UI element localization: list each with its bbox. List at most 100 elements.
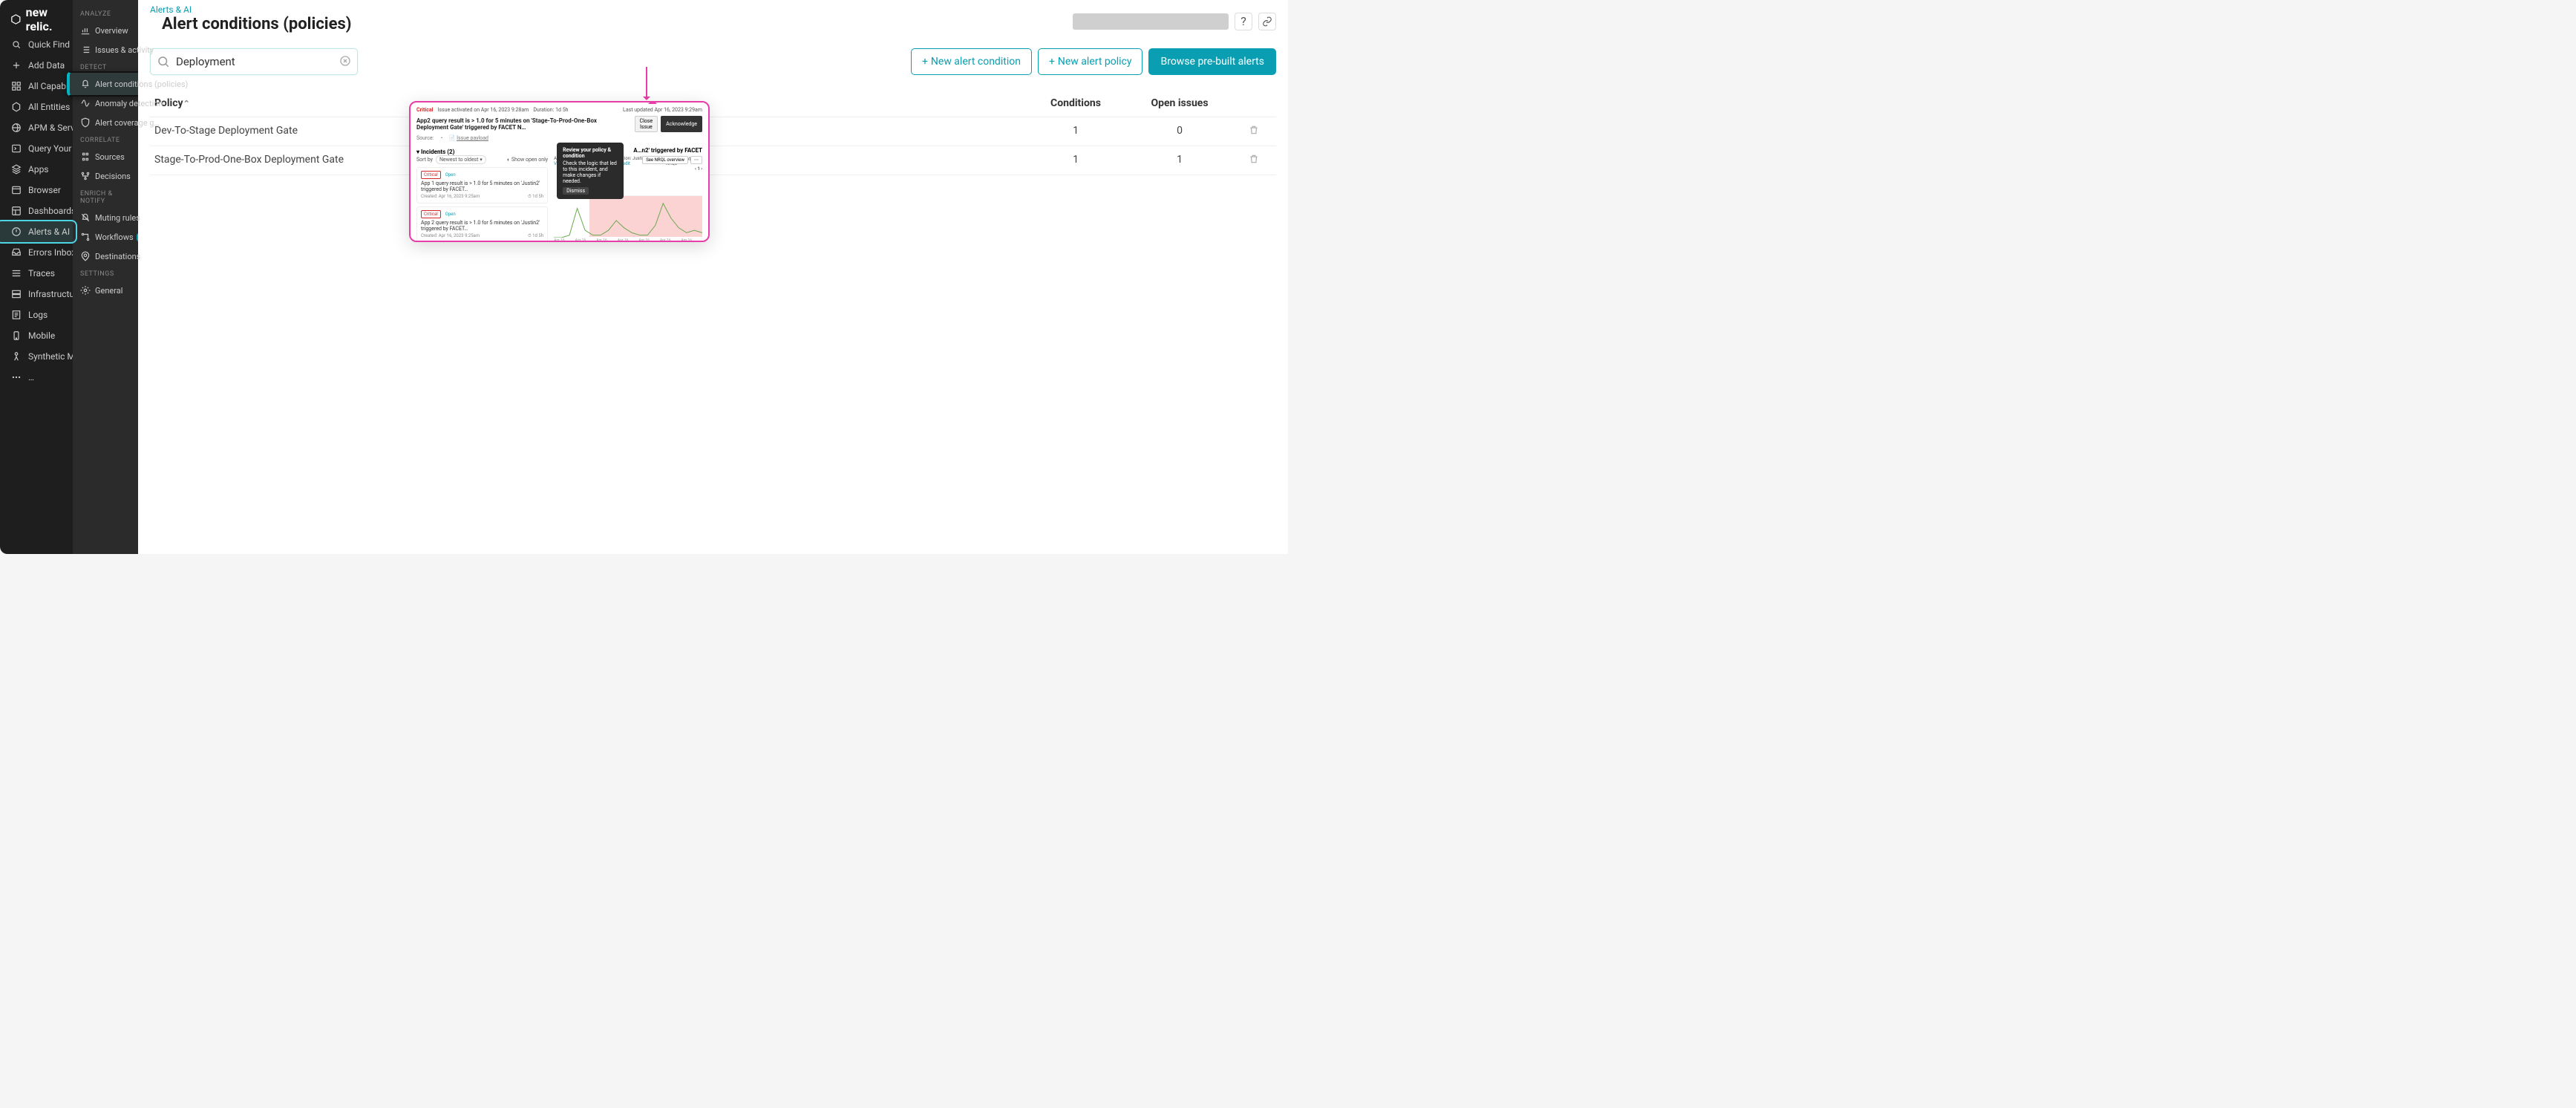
close-issue-button[interactable]: Close Issue — [635, 116, 658, 132]
policy-row[interactable]: Stage-To-Prod-One-Box Deployment Gate11 — [150, 146, 1276, 175]
breadcrumb[interactable]: Alerts & AI — [150, 4, 364, 15]
subnav-workflows[interactable]: WorkflowsNew — [73, 227, 138, 247]
see-nrql-button[interactable]: See NRQL overview — [642, 156, 688, 164]
main-content: Alerts & AI Alert conditions (policies) … — [138, 0, 1288, 554]
nav-mobile[interactable]: Mobile — [0, 325, 73, 346]
logo[interactable]: new relic. — [0, 4, 73, 34]
subnav-decisions[interactable]: Decisions — [73, 166, 138, 186]
nav-query-your-data[interactable]: Query Your Data — [0, 138, 73, 159]
nav--[interactable]: … — [0, 367, 73, 388]
browse-prebuilt-alerts-button[interactable]: Browse pre-built alerts — [1148, 48, 1276, 75]
nav-all-entities[interactable]: All Entities — [0, 97, 73, 117]
nav-infrastructure[interactable]: Infrastructure — [0, 284, 73, 304]
state-pill: Open — [443, 172, 458, 178]
shield-icon — [80, 117, 91, 128]
nav-add-data[interactable]: Add Data — [0, 55, 73, 76]
group-label: SETTINGS — [73, 266, 138, 281]
flow-icon — [80, 232, 91, 242]
list-icon — [80, 45, 91, 55]
policy-search-input[interactable] — [151, 55, 357, 68]
nav-errors-inbox[interactable]: Errors Inbox — [0, 242, 73, 263]
mute-icon — [80, 212, 91, 223]
logs-icon — [10, 309, 22, 321]
incident-title: App 2 query result is > 1.0 for 5 minute… — [421, 220, 543, 232]
condition-count: 1 — [1024, 146, 1128, 175]
account-selector[interactable] — [1073, 13, 1229, 30]
group-label: ANALYZE — [73, 6, 138, 21]
show-open-toggle[interactable]: ◐ Show open only — [507, 157, 548, 163]
th-open-issues[interactable]: Open issues — [1128, 90, 1232, 117]
nav-browser[interactable]: Browser — [0, 180, 73, 201]
issue-payload-link[interactable]: Issue payload — [457, 135, 488, 141]
subnav-issues-activity[interactable]: Issues & activity — [73, 40, 138, 59]
bell-icon — [80, 79, 91, 89]
incident-card[interactable]: CriticalOpenApp 1 query result is > 1.0 … — [416, 167, 548, 203]
logo-text: new relic. — [26, 5, 73, 33]
permalink-icon[interactable] — [1258, 13, 1276, 30]
plus-icon — [10, 59, 22, 71]
subnav-alert-coverage-g-[interactable]: Alert coverage g…Beta — [73, 113, 138, 132]
grid-icon — [10, 80, 22, 92]
nav-logs[interactable]: Logs — [0, 304, 73, 325]
policies-table: Policy⌃ Conditions Open issues Dev-To-St… — [150, 90, 1276, 175]
incidents-header[interactable]: ▾ Incidents (2) — [416, 149, 548, 155]
gear-icon — [80, 285, 91, 296]
chart-icon — [80, 25, 91, 36]
nav-alerts-ai[interactable]: Alerts & AI — [0, 221, 73, 242]
issue-activated-text: Issue activated on Apr 16, 2023 9:28am — [437, 107, 529, 113]
nav-apps[interactable]: Apps — [0, 159, 73, 180]
nav-synthetic-monitoring[interactable]: Synthetic Monitoring — [0, 346, 73, 367]
nav-dashboards[interactable]: Dashboards — [0, 201, 73, 221]
review-policy-tooltip: Review your policy & condition Check the… — [557, 143, 624, 199]
new-alert-policy-button[interactable]: +New alert policy — [1038, 48, 1143, 75]
alert-icon — [10, 226, 22, 238]
subnav-overview[interactable]: Overview — [73, 21, 138, 40]
incident-title: App 1 query result is > 1.0 for 5 minute… — [421, 180, 543, 192]
clear-search-icon[interactable] — [339, 55, 351, 70]
more-icon — [10, 371, 22, 383]
subnav-anomaly-detection[interactable]: Anomaly detection — [73, 94, 138, 113]
new-alert-condition-button[interactable]: +New alert condition — [911, 48, 1032, 75]
globe-icon — [10, 122, 22, 134]
dest-icon — [80, 251, 91, 261]
tooltip-dismiss-button[interactable]: Dismiss — [563, 187, 589, 195]
layers-icon — [10, 163, 22, 175]
nrql-expand-button[interactable]: ⋯ — [690, 156, 702, 164]
policy-search-box[interactable] — [150, 48, 358, 75]
help-icon[interactable]: ? — [1235, 13, 1252, 30]
source-icon: ◔ — [439, 135, 442, 141]
synth-icon — [10, 351, 22, 362]
acknowledge-button[interactable]: Acknowledge — [661, 116, 702, 132]
group-label: ENRICH & NOTIFY — [73, 186, 138, 208]
th-conditions[interactable]: Conditions — [1024, 90, 1128, 117]
state-pill: Open — [443, 211, 458, 218]
secondary-sidebar: ANALYZEOverviewIssues & activityDETECTAl… — [73, 0, 138, 554]
severity-pill: Critical — [421, 210, 441, 218]
sort-dropdown[interactable]: Newest to oldest ▾ — [436, 155, 486, 164]
anomaly-icon — [80, 98, 91, 108]
subnav-muting-rules[interactable]: Muting rules — [73, 208, 138, 227]
policy-row[interactable]: Dev-To-Stage Deployment Gate10 — [150, 117, 1276, 146]
subnav-sources[interactable]: Sources — [73, 147, 138, 166]
condition-count: 1 — [1024, 117, 1128, 146]
subnav-destinations[interactable]: Destinations — [73, 247, 138, 266]
nav-quick-find[interactable]: Quick Find — [0, 34, 73, 55]
subnav-general[interactable]: General — [73, 281, 138, 300]
delete-policy-button[interactable] — [1232, 117, 1276, 146]
delete-policy-button[interactable] — [1232, 146, 1276, 175]
subnav-alert-conditions-policies-[interactable]: Alert conditions (policies) — [73, 74, 138, 94]
group-label: CORRELATE — [73, 132, 138, 147]
issue-detail-panel: Critical Issue activated on Apr 16, 2023… — [409, 101, 710, 242]
open-issues-count: 1 — [1128, 146, 1232, 175]
page-title: Alert conditions (policies) — [150, 15, 364, 38]
issue-updated-text: Last updated Apr 16, 2023 9:29am — [623, 107, 702, 113]
incident-card[interactable]: CriticalOpen App 2 query result is > 1.0 … — [416, 206, 548, 242]
decisions-icon — [80, 171, 91, 181]
dashboard-icon — [10, 205, 22, 217]
source-label: Source: — [416, 135, 434, 141]
nav-traces[interactable]: Traces — [0, 263, 73, 284]
nav-all-capabilities[interactable]: All Capabilities — [0, 76, 73, 97]
sort-icon: ⌃ — [183, 99, 190, 108]
search-icon — [10, 39, 22, 50]
nav-apm-services[interactable]: APM & Services — [0, 117, 73, 138]
